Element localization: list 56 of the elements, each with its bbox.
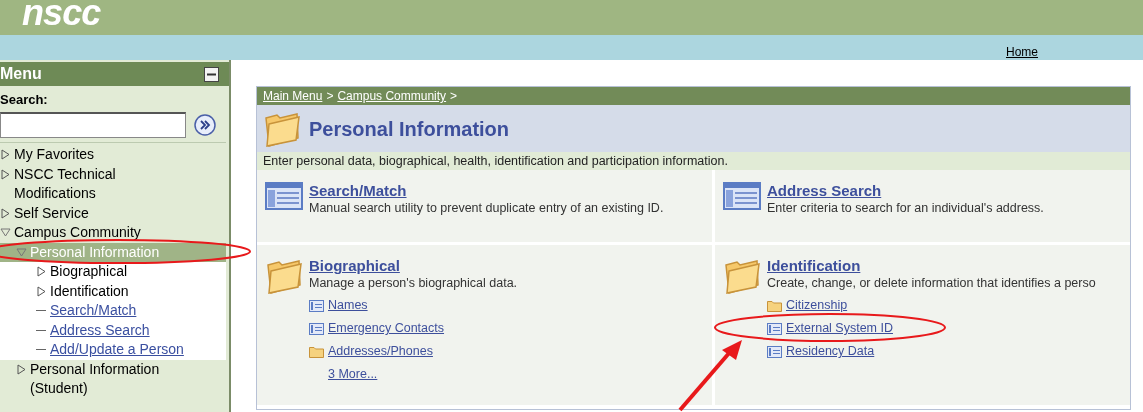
- card-title-link[interactable]: Address Search: [767, 182, 882, 200]
- collapse-icon[interactable]: [204, 66, 219, 82]
- collapsed-triangle-icon[interactable]: [0, 207, 11, 219]
- sub-link[interactable]: Emergency Contacts: [328, 320, 445, 337]
- home-link[interactable]: Home: [1006, 44, 1038, 60]
- breadcrumb-link[interactable]: Main Menu: [263, 87, 323, 105]
- menu-item[interactable]: Identification: [0, 281, 226, 301]
- breadcrumb-separator: >: [326, 88, 334, 105]
- go-icon[interactable]: [194, 114, 216, 136]
- card-title-link[interactable]: Biographical: [309, 257, 400, 275]
- folder-icon: [723, 257, 761, 295]
- menu-item[interactable]: Personal Information (Student): [0, 359, 226, 399]
- annotation-arrow: [678, 340, 742, 412]
- card-description: Manual search utility to prevent duplicate entry of an existing ID.: [309, 200, 664, 217]
- menu-title: Menu: [0, 64, 42, 84]
- page-icon: [309, 322, 324, 335]
- collapsed-triangle-icon[interactable]: [16, 363, 27, 375]
- logo: nscc: [22, 0, 101, 26]
- menu-item[interactable]: My Favorites: [0, 145, 226, 165]
- menu-item[interactable]: NSCC Technical Modifications: [0, 164, 226, 204]
- card-description: Manage a person's biographical data.: [309, 275, 518, 292]
- search-label: Search:: [0, 92, 49, 108]
- menu-item[interactable]: Add/Update a Person: [0, 340, 226, 360]
- window-icon: [265, 182, 303, 210]
- page-title: Personal Information: [309, 116, 510, 142]
- folder-icon: [767, 299, 782, 312]
- window-icon: [723, 182, 761, 210]
- page-description: Enter personal data, biographical, health, identification and participation information.: [263, 152, 728, 170]
- sub-link[interactable]: 3 More...: [328, 366, 378, 383]
- card-title-link[interactable]: Search/Match: [309, 182, 407, 200]
- collapsed-triangle-icon[interactable]: [36, 266, 47, 277]
- card-title-link[interactable]: Identification: [767, 257, 861, 275]
- page-icon: [767, 345, 782, 358]
- sub-link[interactable]: Addresses/Phones: [328, 343, 433, 360]
- menu-item[interactable]: Search/Match: [0, 301, 226, 321]
- menu-item[interactable]: Self Service: [0, 203, 226, 223]
- page-icon: [309, 299, 324, 312]
- sub-link[interactable]: External System ID: [786, 320, 893, 337]
- menu-item[interactable]: Campus Community: [0, 223, 226, 243]
- card-description: Enter criteria to search for an individual's address.: [767, 200, 1044, 217]
- sub-link[interactable]: Names: [328, 297, 368, 314]
- folder-icon: [265, 257, 303, 295]
- page-icon: [767, 322, 782, 335]
- search-field[interactable]: [0, 112, 186, 138]
- sub-link[interactable]: Residency Data: [786, 343, 875, 360]
- sub-link[interactable]: Citizenship: [786, 297, 848, 314]
- folder-icon: [309, 345, 324, 358]
- expanded-triangle-icon[interactable]: [0, 227, 11, 238]
- menu-item[interactable]: Address Search: [0, 320, 226, 340]
- breadcrumb-link[interactable]: Campus Community: [337, 87, 447, 105]
- collapsed-triangle-icon[interactable]: [36, 285, 47, 297]
- card-description: Create, change, or delete information that identifies a perso: [767, 275, 1096, 292]
- collapsed-triangle-icon[interactable]: [0, 168, 11, 180]
- collapsed-triangle-icon[interactable]: [0, 149, 11, 160]
- breadcrumb-separator: >: [450, 88, 458, 105]
- menu-item[interactable]: Biographical: [0, 262, 226, 282]
